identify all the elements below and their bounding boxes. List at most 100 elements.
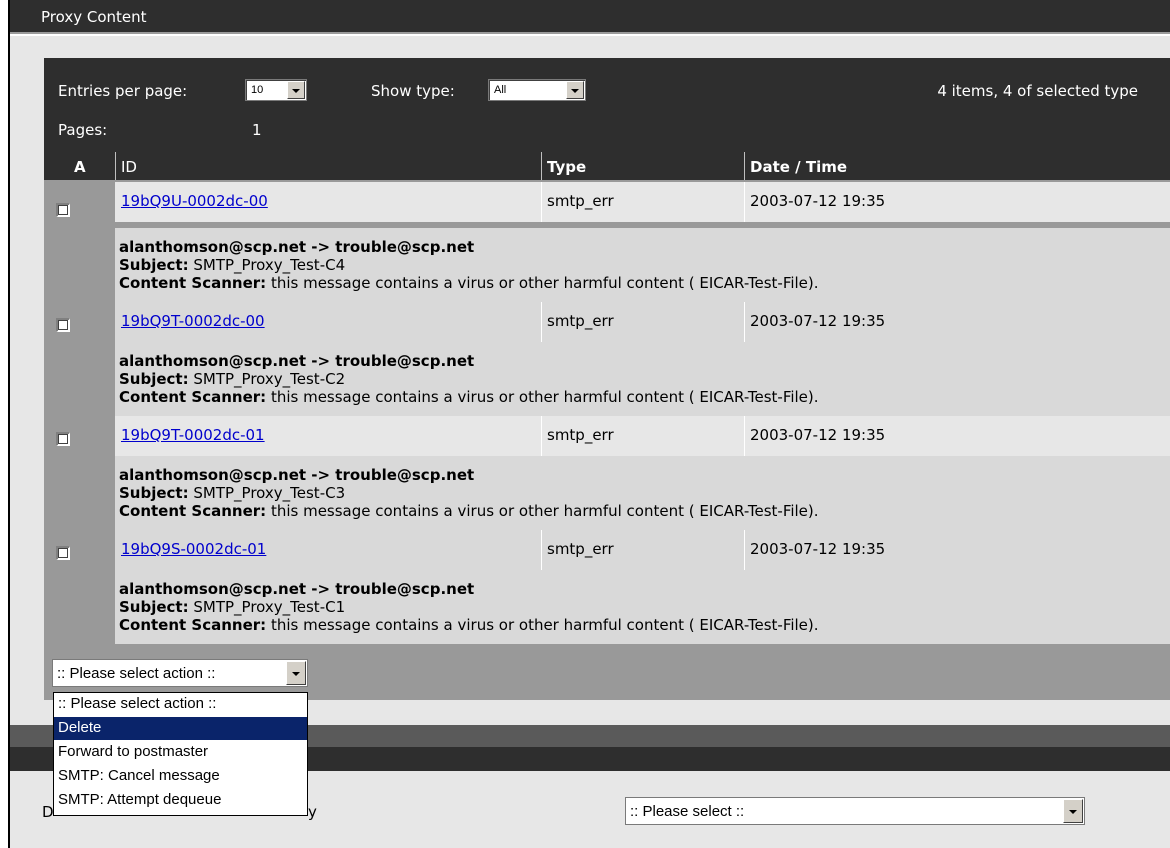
column-header-id-label: ID [121, 158, 137, 176]
action-option-forward[interactable]: Forward to postmaster [54, 741, 307, 764]
show-type-select[interactable]: All [488, 79, 586, 101]
message-details: alanthomson@scp.net -> trouble@scp.net S… [115, 456, 1170, 530]
chevron-down-icon[interactable] [286, 661, 306, 685]
lower-field-label-end: y [308, 803, 317, 821]
row-checkbox[interactable] [56, 432, 70, 446]
message-type: smtp_err [547, 312, 614, 330]
scanner-value: this message contains a virus or other h… [270, 616, 819, 634]
table-row: 19bQ9S-0002dc-01 smtp_err 2003-07-12 19:… [115, 530, 1170, 570]
subject-line: Subject: SMTP_Proxy_Test-C2 [119, 370, 345, 388]
subject-value: SMTP_Proxy_Test-C2 [193, 370, 346, 388]
cell-divider [541, 416, 542, 456]
message-details: alanthomson@scp.net -> trouble@scp.net S… [115, 228, 1170, 302]
subject-value: SMTP_Proxy_Test-C1 [193, 598, 346, 616]
subject-line: Subject: SMTP_Proxy_Test-C1 [119, 598, 345, 616]
message-id-link[interactable]: 19bQ9U-0002dc-00 [121, 192, 268, 210]
chevron-down-icon[interactable] [1063, 799, 1083, 823]
show-type-value: All [494, 84, 507, 96]
table-row: 19bQ9U-0002dc-00 smtp_err 2003-07-12 19:… [115, 182, 1170, 222]
scanner-label: Content Scanner: [119, 616, 267, 634]
from-to-line: alanthomson@scp.net -> trouble@scp.net [119, 580, 474, 598]
scanner-line: Content Scanner: this message contains a… [119, 616, 819, 634]
column-header-datetime[interactable]: Date / Time [744, 152, 1170, 180]
cell-divider [541, 182, 542, 222]
cell-divider [541, 530, 542, 570]
column-header-a: A [44, 152, 115, 180]
subject-label: Subject: [119, 370, 189, 388]
list-toolbar: Entries per page: 10 Show type: All 4 it… [44, 58, 1170, 152]
show-type-label: Show type: [371, 82, 455, 100]
action-option-placeholder[interactable]: :: Please select action :: [54, 693, 307, 716]
table-row: 19bQ9T-0002dc-00 smtp_err 2003-07-12 19:… [115, 302, 1170, 342]
scanner-value: this message contains a virus or other h… [270, 274, 819, 292]
entries-per-page-value: 10 [251, 84, 264, 96]
page-link-1[interactable]: 1 [252, 121, 262, 139]
from-to-line: alanthomson@scp.net -> trouble@scp.net [119, 352, 474, 370]
section-title: Proxy Content [41, 8, 147, 26]
scanner-line: Content Scanner: this message contains a… [119, 388, 819, 406]
message-details: alanthomson@scp.net -> trouble@scp.net S… [115, 570, 1170, 644]
scanner-label: Content Scanner: [119, 388, 267, 406]
subject-value: SMTP_Proxy_Test-C3 [193, 484, 346, 502]
lower-field-label-start: D [42, 803, 54, 821]
header-divider [744, 152, 745, 180]
header-divider [115, 152, 116, 180]
scanner-value: this message contains a virus or other h… [270, 388, 819, 406]
column-header-datetime-label: Date / Time [750, 158, 848, 176]
entries-per-page-label: Entries per page: [58, 82, 188, 100]
column-header-type[interactable]: Type [541, 152, 744, 180]
pages-label: Pages: [58, 121, 108, 139]
cell-divider [744, 302, 745, 342]
chevron-down-icon[interactable] [287, 81, 305, 99]
from-to-line: alanthomson@scp.net -> trouble@scp.net [119, 466, 474, 484]
subject-value: SMTP_Proxy_Test-C4 [193, 256, 346, 274]
message-id-link[interactable]: 19bQ9S-0002dc-01 [121, 540, 266, 558]
action-select-value: :: Please select action :: [57, 665, 216, 682]
subject-line: Subject: SMTP_Proxy_Test-C4 [119, 256, 345, 274]
scanner-line: Content Scanner: this message contains a… [119, 274, 819, 292]
message-type: smtp_err [547, 540, 614, 558]
message-datetime: 2003-07-12 19:35 [750, 312, 886, 330]
message-type: smtp_err [547, 192, 614, 210]
subject-label: Subject: [119, 484, 189, 502]
section-title-bar: Proxy Content [10, 0, 1170, 34]
scanner-label: Content Scanner: [119, 502, 267, 520]
cell-divider [744, 182, 745, 222]
scanner-line: Content Scanner: this message contains a… [119, 502, 819, 520]
subject-label: Subject: [119, 598, 189, 616]
action-option-dequeue[interactable]: SMTP: Attempt dequeue [54, 789, 307, 812]
row-checkbox[interactable] [56, 203, 70, 217]
column-header-type-label: Type [547, 158, 587, 176]
message-id-link[interactable]: 19bQ9T-0002dc-00 [121, 312, 265, 330]
message-details: alanthomson@scp.net -> trouble@scp.net S… [115, 342, 1170, 416]
items-summary: 4 items, 4 of selected type [937, 82, 1138, 100]
column-header-a-label: A [74, 158, 86, 176]
from-to: alanthomson@scp.net -> trouble@scp.net [119, 238, 475, 256]
scanner-value: this message contains a virus or other h… [270, 502, 819, 520]
subject-line: Subject: SMTP_Proxy_Test-C3 [119, 484, 345, 502]
message-type: smtp_err [547, 426, 614, 444]
action-select[interactable]: :: Please select action :: [52, 659, 308, 687]
row-checkbox[interactable] [56, 318, 70, 332]
lower-select-value: :: Please select :: [630, 803, 745, 820]
message-datetime: 2003-07-12 19:35 [750, 426, 886, 444]
entries-per-page-select[interactable]: 10 [245, 79, 307, 101]
cell-divider [744, 530, 745, 570]
scanner-label: Content Scanner: [119, 274, 267, 292]
row-checkbox[interactable] [56, 546, 70, 560]
chevron-down-icon[interactable] [566, 81, 584, 99]
from-to: alanthomson@scp.net -> trouble@scp.net [119, 352, 475, 370]
message-datetime: 2003-07-12 19:35 [750, 192, 886, 210]
column-header-id[interactable]: ID [115, 152, 541, 180]
action-option-cancel[interactable]: SMTP: Cancel message [54, 765, 307, 788]
action-dropdown-list: :: Please select action :: Delete Forwar… [53, 692, 308, 816]
table-row: 19bQ9T-0002dc-01 smtp_err 2003-07-12 19:… [115, 416, 1170, 456]
cell-divider [541, 302, 542, 342]
subject-label: Subject: [119, 256, 189, 274]
header-divider [541, 152, 542, 180]
lower-select[interactable]: :: Please select :: [625, 797, 1085, 825]
action-option-delete[interactable]: Delete [54, 717, 307, 740]
from-to-line: alanthomson@scp.net -> trouble@scp.net [119, 238, 474, 256]
cell-divider [744, 416, 745, 456]
message-id-link[interactable]: 19bQ9T-0002dc-01 [121, 426, 265, 444]
